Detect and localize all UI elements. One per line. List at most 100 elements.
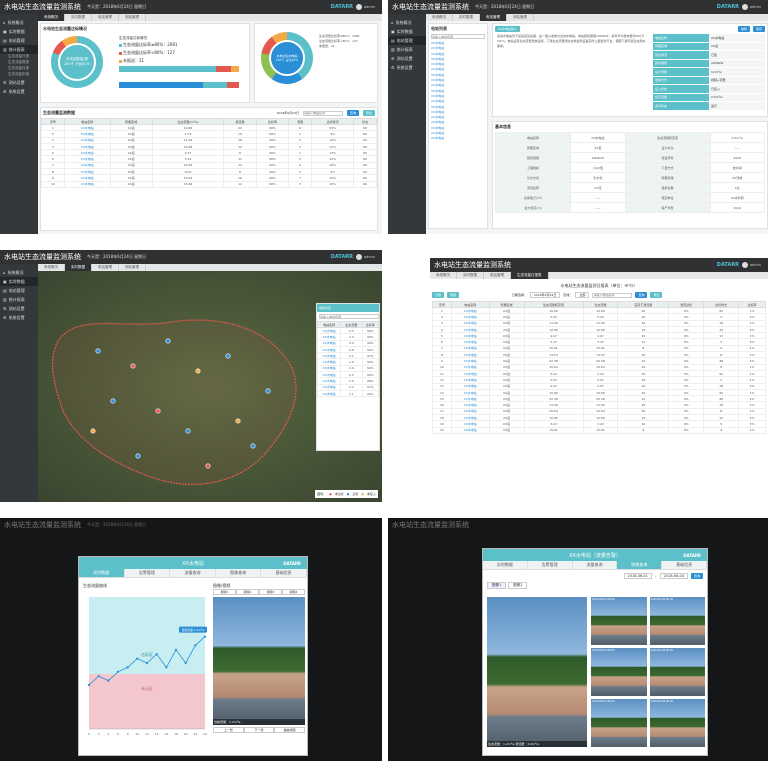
tab-station[interactable]: 电站管理: [92, 264, 119, 271]
table-row[interactable]: 20 XX水电站 XX县 15.61 15.61 8 0% 9 1%: [432, 426, 766, 434]
station-marker[interactable]: [95, 348, 101, 354]
station-marker[interactable]: [205, 463, 211, 469]
sidebar-item-site[interactable]: ⚙ 测站设置: [0, 304, 38, 313]
date-to[interactable]: 2018-06-04: [659, 573, 688, 579]
tab-overview[interactable]: 系统概况: [430, 272, 457, 279]
avatar[interactable]: [742, 4, 749, 10]
station-marker[interactable]: [90, 428, 96, 434]
query-button[interactable]: 查询: [690, 573, 703, 579]
modal-tab-alarm[interactable]: 告警管理: [527, 561, 573, 569]
video-tab[interactable]: 视频3: [259, 589, 282, 595]
thumbnail[interactable]: 2018-06-04 08:00: [591, 699, 647, 747]
flow-point[interactable]: [155, 653, 158, 656]
flow-point[interactable]: [145, 661, 149, 665]
modal-tab-basic[interactable]: 基础信息: [261, 569, 307, 577]
tab-realtime[interactable]: 实时数据: [453, 14, 480, 21]
thumbnail[interactable]: 2018-06-04 08:00: [591, 597, 647, 645]
flow-point[interactable]: [136, 657, 139, 660]
filter-date[interactable]: 2018年6月24日: [277, 111, 299, 115]
modal-tab-image[interactable]: 图像查询: [215, 569, 262, 577]
flow-point[interactable]: [184, 661, 187, 665]
tab-site[interactable]: 测站管理: [119, 264, 146, 271]
tab-station[interactable]: 电站管理: [92, 14, 119, 21]
flow-point[interactable]: [126, 666, 129, 669]
flow-point[interactable]: [116, 670, 120, 673]
station-marker[interactable]: [155, 408, 161, 414]
modal-tab-realtime[interactable]: 实时数据: [79, 569, 125, 577]
table-cell[interactable]: XX水电站: [316, 389, 342, 398]
thumbnail[interactable]: 2018-06-04 08:00: [649, 648, 705, 696]
sidebar-item-system[interactable]: ⚙ 系统设置: [0, 87, 38, 96]
video-tab[interactable]: 视频4: [282, 589, 305, 595]
station-marker[interactable]: [185, 428, 191, 434]
sidebar-item-site[interactable]: ⚙ 测站设置: [388, 54, 426, 63]
play-video-button[interactable]: 播放视频: [274, 727, 306, 733]
modal-tab-flow[interactable]: 流量查询: [170, 569, 216, 577]
dam-photo[interactable]: 当前流量：1.2m³/s: [213, 597, 305, 725]
video-tab[interactable]: 视频2: [236, 589, 259, 595]
table-row[interactable]: XX水电站 1.1 93%: [316, 389, 380, 398]
flow-point[interactable]: [97, 675, 100, 678]
weekly-button[interactable]: 周报: [447, 292, 460, 298]
user-name[interactable]: admin: [364, 255, 375, 259]
tab-station[interactable]: 电站管理: [484, 272, 511, 279]
station-marker[interactable]: [135, 453, 141, 459]
tree-search-input[interactable]: [431, 34, 485, 39]
image-subtab[interactable]: 图像2: [508, 582, 528, 589]
search-button[interactable]: 查询: [346, 110, 359, 116]
tab-overview[interactable]: 系统概况: [426, 14, 453, 21]
avatar[interactable]: [742, 262, 749, 268]
profile-tab[interactable]: XX水电站简介: [495, 26, 521, 32]
export-button[interactable]: 导出: [362, 110, 375, 116]
report-export-button[interactable]: 导出: [650, 292, 663, 298]
flow-point[interactable]: [174, 648, 178, 651]
sidebar-item-station[interactable]: ▤ 电站管理: [0, 286, 38, 295]
station-marker[interactable]: [130, 363, 136, 369]
station-marker[interactable]: [225, 353, 231, 359]
thumbnail[interactable]: 2018-06-04 08:00: [649, 597, 705, 645]
sidebar-item-system[interactable]: ⚙ 系统设置: [0, 313, 38, 322]
user-name[interactable]: admin: [750, 5, 761, 9]
flow-point[interactable]: [107, 679, 110, 682]
modal-tab-flow[interactable]: 流量查询: [572, 561, 618, 569]
next-button[interactable]: 下一张: [243, 727, 275, 733]
edit-button[interactable]: 编辑: [737, 26, 750, 32]
flow-point[interactable]: [194, 644, 197, 647]
tab-overview[interactable]: 系统概况: [38, 14, 65, 21]
image-subtab[interactable]: 图像1: [487, 582, 507, 589]
avatar[interactable]: [356, 254, 363, 260]
avatar[interactable]: [356, 4, 363, 10]
table-cell[interactable]: XX水电站: [450, 426, 490, 434]
sidebar-item-site[interactable]: ⚙ 测站设置: [0, 78, 38, 87]
flow-point[interactable]: [87, 683, 91, 687]
daily-button[interactable]: 日报: [432, 292, 445, 298]
user-name[interactable]: admin: [750, 263, 761, 267]
thumbnail[interactable]: 2018-06-04 08:00: [591, 648, 647, 696]
date-picker[interactable]: 2018年6月24日: [530, 292, 561, 298]
sidebar-item-report[interactable]: ▥ 统计报表: [388, 45, 426, 54]
sidebar-item-report[interactable]: ▥ 统计报表: [0, 45, 38, 54]
sidebar-item-overview[interactable]: ⌂ 系统概况: [0, 18, 38, 27]
modal-tab-image[interactable]: 图像查询: [617, 561, 663, 569]
station-marker[interactable]: [110, 398, 116, 404]
station-marker[interactable]: [165, 338, 171, 344]
user-name[interactable]: admin: [364, 5, 375, 9]
sidebar-item-overview[interactable]: ⌂ 系统概况: [0, 268, 38, 277]
tab-daily-report[interactable]: 生态流量日报表: [511, 272, 549, 279]
modal-tab-realtime[interactable]: 实时数据: [483, 561, 528, 569]
sidebar-item-overview[interactable]: ⌂ 系统概况: [388, 18, 426, 27]
tree-item[interactable]: XX水电站: [431, 136, 485, 141]
sidebar-item-realtime[interactable]: ▣ 实时数据: [0, 277, 38, 286]
satellite-map[interactable]: 电站列表 电站名称生态流量达标率XX水电站2.598%XX水电站1.295%XX…: [38, 271, 382, 502]
video-tab[interactable]: 视频1: [213, 589, 236, 595]
flow-point[interactable]: [203, 635, 207, 638]
list-search-input[interactable]: [319, 314, 379, 319]
station-marker[interactable]: [195, 368, 201, 374]
station-marker[interactable]: [235, 418, 241, 424]
tab-overview[interactable]: 系统概况: [38, 264, 65, 271]
thumbnail[interactable]: 2018-06-04 08:00: [649, 699, 705, 747]
flow-point[interactable]: [165, 666, 168, 669]
station-marker[interactable]: [265, 388, 271, 394]
tab-site[interactable]: 测站管理: [119, 14, 146, 21]
sidebar-item-realtime[interactable]: ▣ 实时数据: [388, 27, 426, 36]
